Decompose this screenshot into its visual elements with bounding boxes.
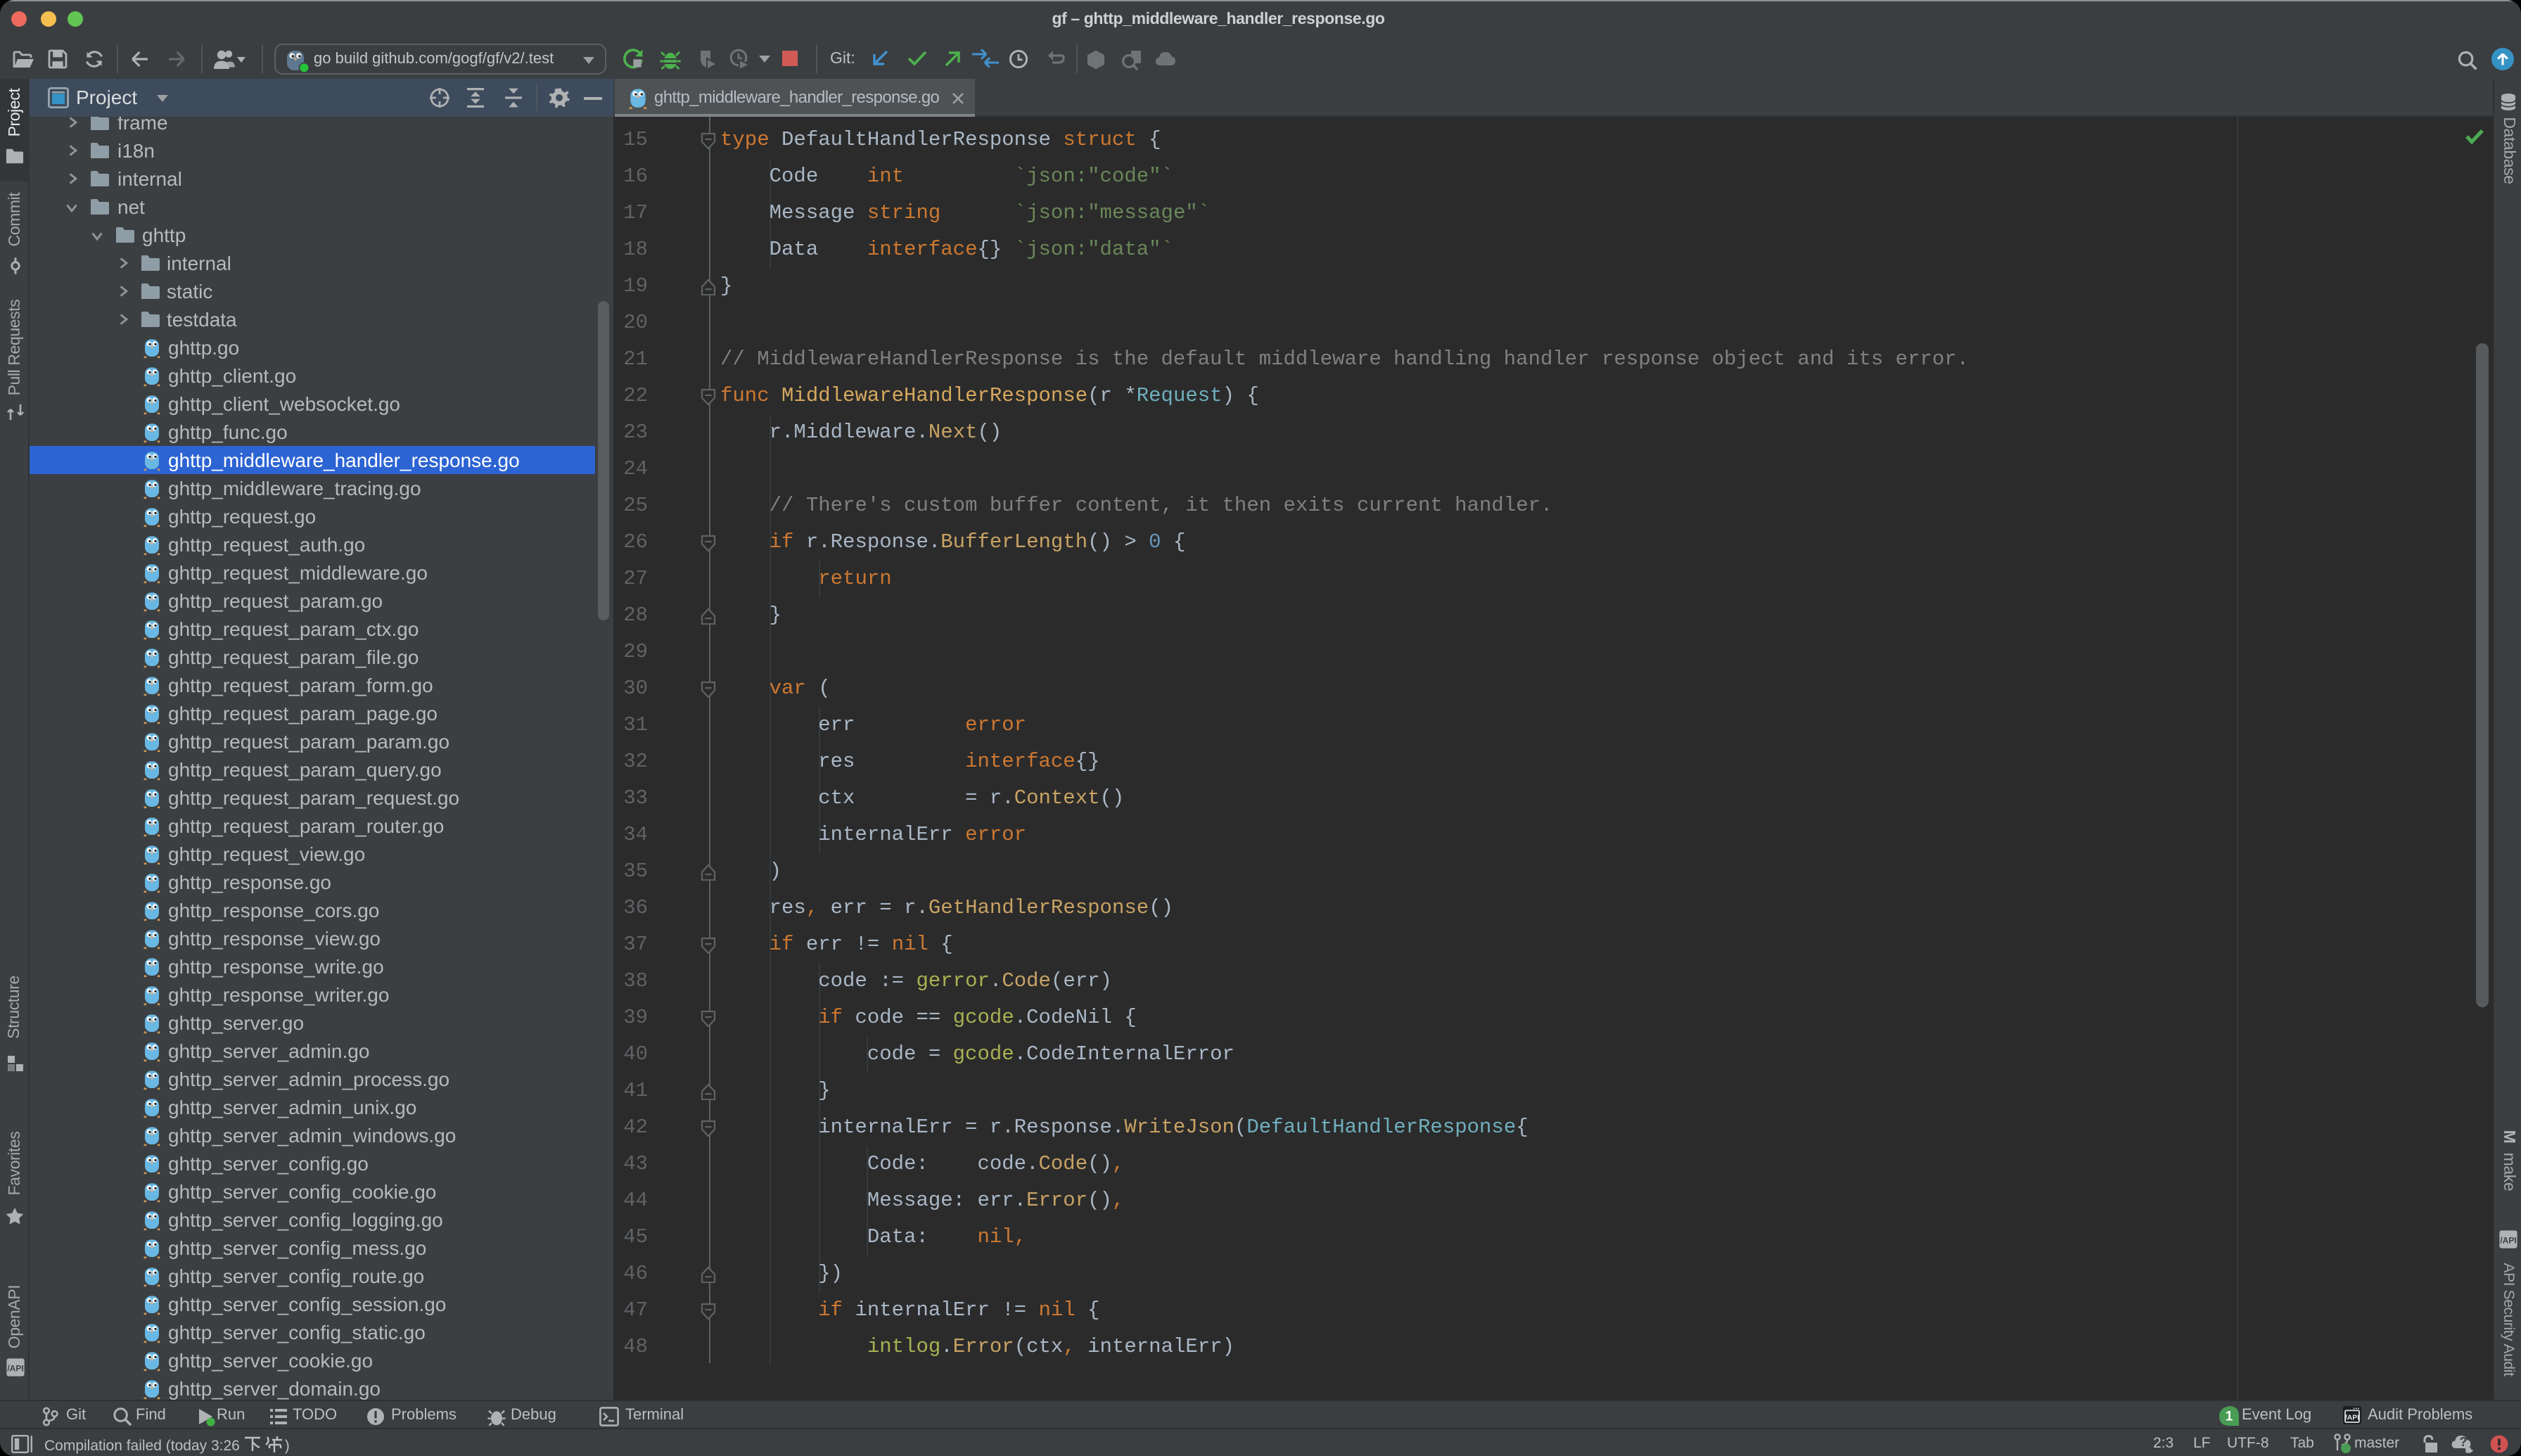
svg-text:?: ? [2460,1435,2468,1449]
svg-text:/API: /API [2500,1236,2516,1246]
svg-text:/API: /API [2344,1414,2359,1422]
svg-text:/API: /API [6,1364,23,1374]
svg-text:1: 1 [2226,1409,2233,1424]
